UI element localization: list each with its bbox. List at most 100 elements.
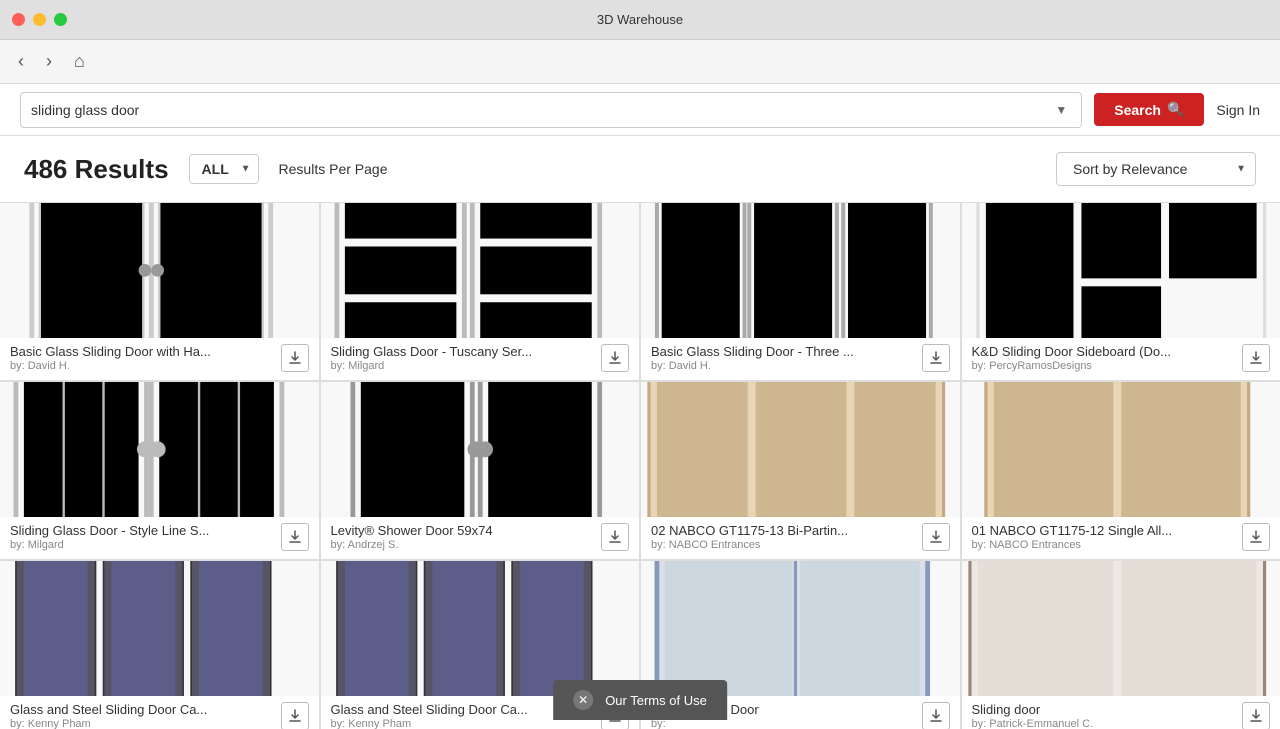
item-author: by: PercyRamosDesigns [972,360,1237,372]
item-info: Basic Glass Sliding Door - Three ... by:… [641,338,960,380]
item-title: Basic Glass Sliding Door with Ha... [10,344,250,359]
download-button[interactable] [922,702,950,729]
item-author: by: David H. [651,360,916,372]
item-info: Glass and Steel Sliding Door Ca... by: K… [0,696,319,729]
download-button[interactable] [601,523,629,551]
forward-button[interactable]: › [40,47,58,76]
close-button[interactable] [12,13,25,26]
results-count: 486 Results [24,154,169,185]
grid-item[interactable]: Sliding door by: Patrick-Emmanuel C. [962,561,1280,729]
item-image [321,561,640,696]
item-text: Sliding door by: Patrick-Emmanuel C. [972,702,1237,729]
minimize-button[interactable] [33,13,46,26]
item-text: 02 NABCO GT1175-13 Bi-Partin... by: NABC… [651,523,916,551]
per-page-label: Results Per Page [279,161,388,177]
maximize-button[interactable] [54,13,67,26]
download-icon [608,530,622,544]
item-image [962,561,1280,696]
grid-item[interactable]: Levity® Shower Door 59x74 by: Andrzej S. [321,382,640,559]
window-title: 3D Warehouse [597,12,683,27]
item-info: Sliding Glass Door - Style Line S... by:… [0,517,319,559]
grid-item[interactable]: 01 NABCO GT1175-12 Single All... by: NAB… [962,382,1280,559]
item-title: Sliding Glass Door - Tuscany Ser... [331,344,571,359]
item-info: Basic Glass Sliding Door with Ha... by: … [0,338,319,380]
download-button[interactable] [922,344,950,372]
item-text: Sliding Glass Door - Style Line S... by:… [10,523,275,551]
download-button[interactable] [281,344,309,372]
terms-text: Our Terms of Use [605,693,707,708]
download-icon [608,351,622,365]
item-image [962,203,1280,338]
download-icon [1249,530,1263,544]
item-image [962,382,1280,517]
filter-select[interactable]: ALL [189,154,259,184]
results-header: 486 Results ALL Results Per Page Sort by… [0,136,1280,203]
home-button[interactable]: ⌂ [68,47,91,76]
download-button[interactable] [1242,702,1270,729]
item-info: Sliding door by: Patrick-Emmanuel C. [962,696,1280,729]
download-button[interactable] [1242,523,1270,551]
grid-item[interactable]: Sliding Glass Door - Tuscany Ser... by: … [321,203,640,380]
terms-close-button[interactable]: ✕ [573,690,593,710]
download-icon [288,530,302,544]
item-author: by: NABCO Entrances [972,539,1237,551]
results-grid: Basic Glass Sliding Door with Ha... by: … [0,203,1280,729]
search-input[interactable] [31,102,1051,118]
grid-item[interactable]: Sliding Glass Door - Style Line S... by:… [0,382,319,559]
item-title: 02 NABCO GT1175-13 Bi-Partin... [651,523,891,538]
item-image [641,561,960,696]
search-input-wrapper: ▼ [20,92,1082,128]
traffic-lights [12,13,67,26]
item-image [641,203,960,338]
terms-banner: ✕ Our Terms of Use [553,680,727,720]
download-icon [288,351,302,365]
item-info: Levity® Shower Door 59x74 by: Andrzej S. [321,517,640,559]
item-image [0,203,319,338]
item-author: by: Milgard [331,360,596,372]
item-text: Basic Glass Sliding Door with Ha... by: … [10,344,275,372]
item-title: Levity® Shower Door 59x74 [331,523,571,538]
download-icon [1249,709,1263,723]
item-info: 01 NABCO GT1175-12 Single All... by: NAB… [962,517,1280,559]
item-info: Sliding Glass Door - Tuscany Ser... by: … [321,338,640,380]
item-info: K&D Sliding Door Sideboard (Do... by: Pe… [962,338,1280,380]
item-title: Glass and Steel Sliding Door Ca... [10,702,250,717]
download-button[interactable] [922,523,950,551]
back-button[interactable]: ‹ [12,47,30,76]
item-image [321,203,640,338]
download-button[interactable] [601,344,629,372]
item-title: Basic Glass Sliding Door - Three ... [651,344,891,359]
item-image [321,382,640,517]
download-icon [929,351,943,365]
title-bar: 3D Warehouse [0,0,1280,40]
item-info: 02 NABCO GT1175-13 Bi-Partin... by: NABC… [641,517,960,559]
nav-bar: ‹ › ⌂ [0,40,1280,84]
search-dropdown-button[interactable]: ▼ [1051,103,1071,117]
search-button[interactable]: Search 🔍 [1094,93,1204,126]
item-image [641,382,960,517]
item-text: Sliding Glass Door - Tuscany Ser... by: … [331,344,596,372]
grid-item[interactable]: 02 NABCO GT1175-13 Bi-Partin... by: NABC… [641,382,960,559]
download-button[interactable] [281,523,309,551]
item-text: Levity® Shower Door 59x74 by: Andrzej S. [331,523,596,551]
item-title: Glass and Steel Sliding Door Ca... [331,702,571,717]
grid-item[interactable]: Basic Glass Sliding Door - Three ... by:… [641,203,960,380]
filter-wrapper: ALL [189,154,259,184]
download-button[interactable] [281,702,309,729]
item-text: Glass and Steel Sliding Door Ca... by: K… [10,702,275,729]
grid-item[interactable]: K&D Sliding Door Sideboard (Do... by: Pe… [962,203,1280,380]
download-button[interactable] [1242,344,1270,372]
download-icon [929,709,943,723]
item-author: by: Andrzej S. [331,539,596,551]
item-title: Sliding door [972,702,1212,717]
search-bar: ▼ Search 🔍 Sign In [0,84,1280,136]
download-icon [929,530,943,544]
sign-in-button[interactable]: Sign In [1216,102,1260,118]
sort-dropdown[interactable]: Sort by Relevance [1056,152,1256,186]
item-author: by: NABCO Entrances [651,539,916,551]
search-icon: 🔍 [1167,101,1184,118]
item-title: K&D Sliding Door Sideboard (Do... [972,344,1212,359]
grid-container: Basic Glass Sliding Door with Ha... by: … [0,203,1280,729]
grid-item[interactable]: Glass and Steel Sliding Door Ca... by: K… [0,561,319,729]
grid-item[interactable]: Basic Glass Sliding Door with Ha... by: … [0,203,319,380]
